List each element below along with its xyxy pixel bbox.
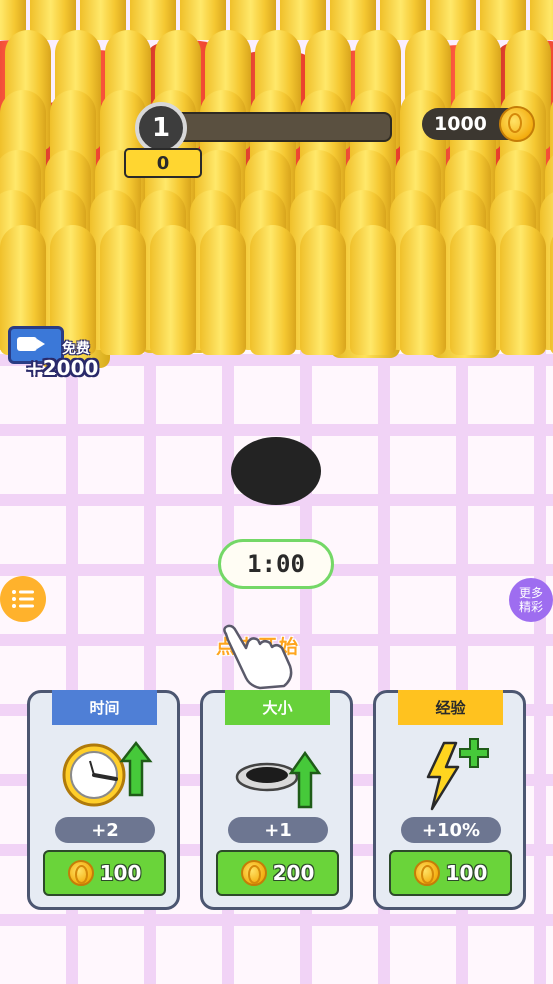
upgrade-buy-button[interactable]: 200 xyxy=(216,850,339,896)
upgrade-price: 100 xyxy=(99,861,142,885)
lightning-icon xyxy=(406,737,502,811)
ad-free-label: 免费 xyxy=(62,341,90,357)
pointing-hand-icon xyxy=(223,624,293,690)
hole-size-icon xyxy=(233,737,329,811)
upgrade-price: 200 xyxy=(272,861,315,885)
bullet-prop xyxy=(400,225,446,355)
coin-icon xyxy=(413,860,440,886)
more-games-button[interactable]: 更多 精彩 xyxy=(509,578,553,622)
upgrade-title: 大小 xyxy=(225,690,330,725)
bullet-prop xyxy=(150,225,196,355)
ad-reward-amount: +2000 xyxy=(26,356,99,380)
upgrade-buy-button[interactable]: 100 xyxy=(43,850,166,896)
countdown-timer: 1:00 xyxy=(218,539,334,589)
bullet-field xyxy=(0,0,553,370)
clock-icon xyxy=(60,737,156,811)
upgrade-card-0: 时间 +2 100 xyxy=(27,690,180,910)
upgrade-card-2: 经验 +10% 100 xyxy=(373,690,526,910)
score-counter: 0 xyxy=(124,148,202,178)
score-value: 0 xyxy=(156,152,170,174)
bullet-prop xyxy=(350,225,396,355)
bullet-prop xyxy=(500,225,546,355)
upgrade-price: 100 xyxy=(445,861,488,885)
bullet-prop xyxy=(100,225,146,355)
bullet-prop xyxy=(250,225,296,355)
menu-button[interactable] xyxy=(0,576,46,622)
coin-balance-value: 1000 xyxy=(434,113,487,135)
bullet-prop xyxy=(450,225,496,355)
upgrade-card-1: 大小 +1 200 xyxy=(200,690,353,910)
coin-icon xyxy=(240,860,267,886)
coin-icon xyxy=(499,106,535,142)
upgrade-value: +2 xyxy=(55,817,155,843)
upgrade-buy-button[interactable]: 100 xyxy=(389,850,512,896)
coin-icon xyxy=(67,860,94,886)
free-coins-ad-button[interactable]: 免费 +2000 xyxy=(4,322,100,384)
upgrade-title: 经验 xyxy=(398,690,503,725)
list-icon xyxy=(12,590,34,608)
more-games-label: 更多 精彩 xyxy=(518,586,543,614)
bullet-prop xyxy=(300,225,346,355)
timer-value: 1:00 xyxy=(247,550,305,578)
black-hole[interactable] xyxy=(231,437,321,505)
upgrade-title: 时间 xyxy=(52,690,157,725)
bullet-prop xyxy=(200,225,246,355)
upgrade-value: +1 xyxy=(228,817,328,843)
upgrade-value: +10% xyxy=(401,817,501,843)
level-number: 1 xyxy=(151,113,171,143)
level-badge: 1 xyxy=(135,102,187,154)
